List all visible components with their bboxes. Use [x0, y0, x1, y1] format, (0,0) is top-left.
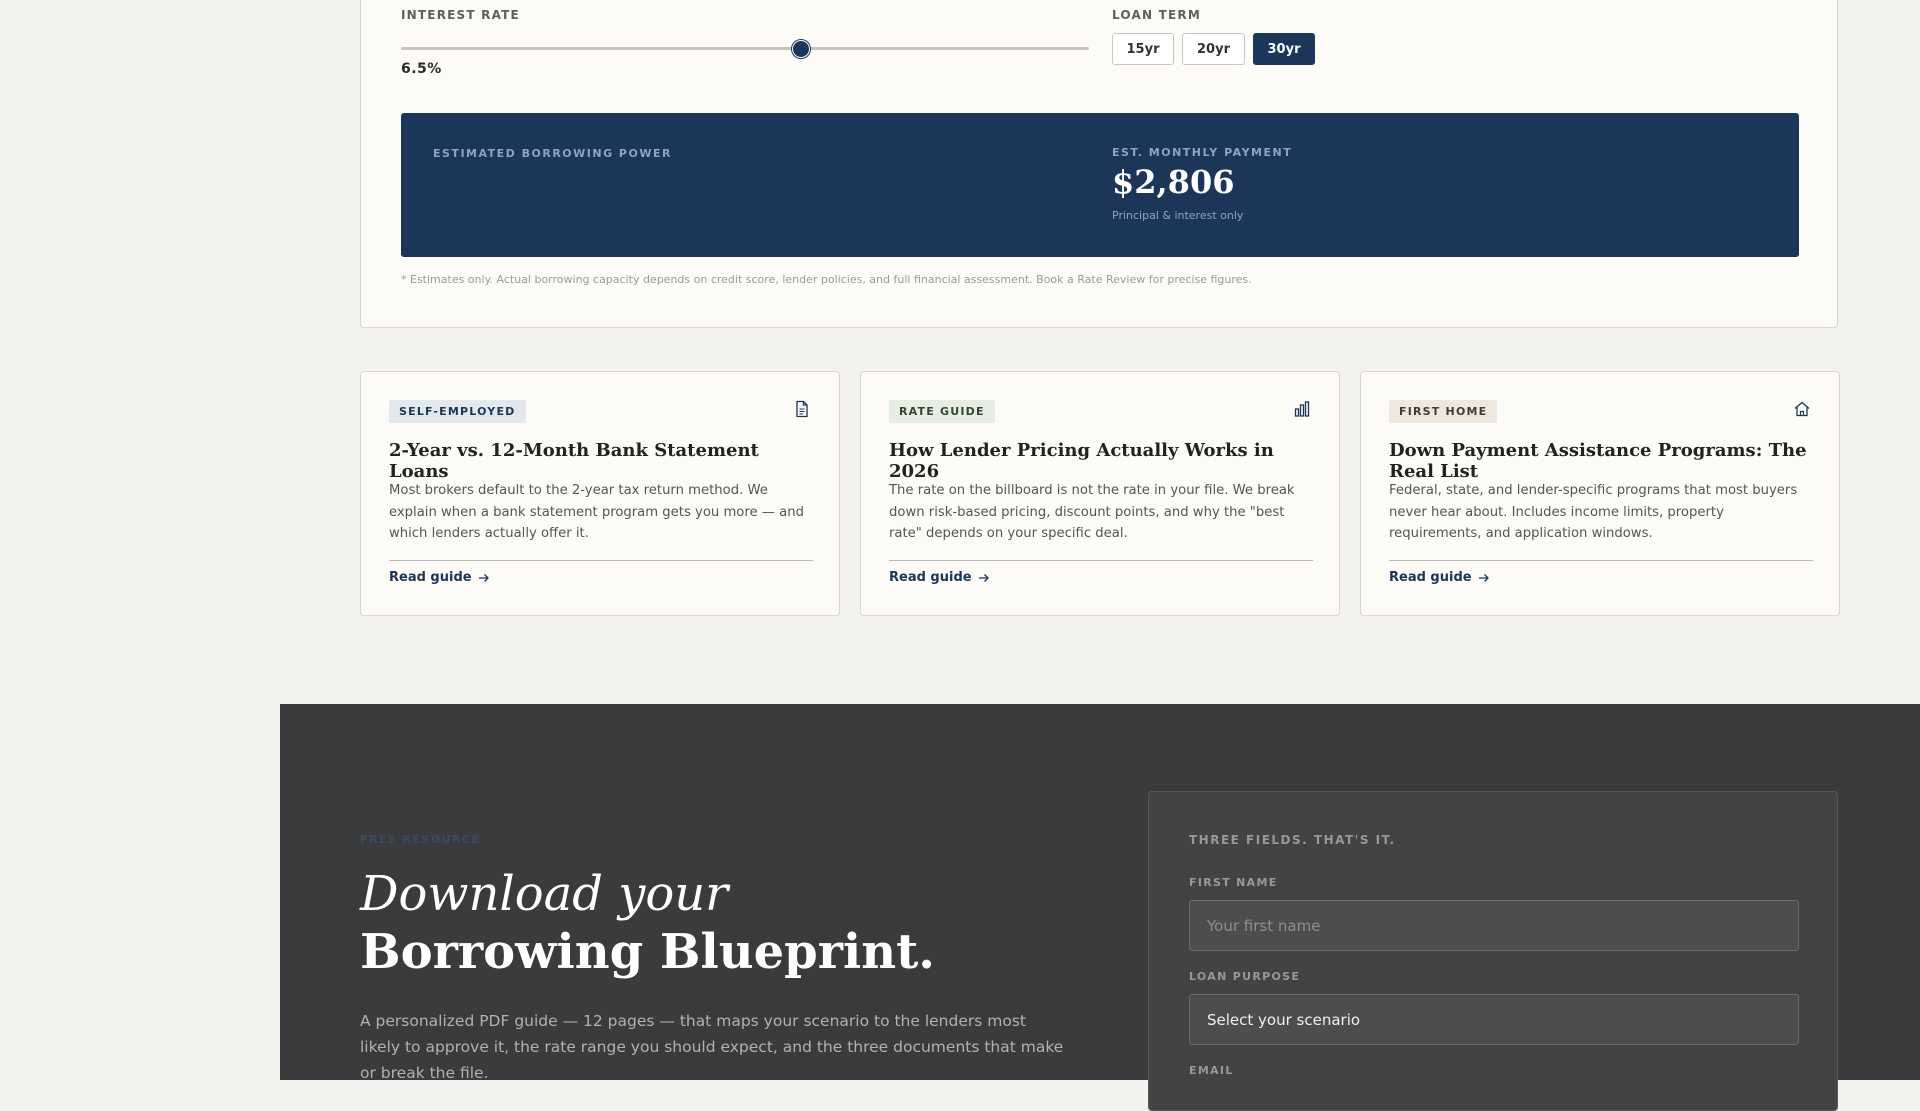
monthly-payment-note: Principal & interest only	[1112, 209, 1244, 222]
guide-divider	[889, 560, 1313, 561]
blueprint-eyebrow: FREE RESOURCE	[360, 833, 481, 846]
read-guide-link[interactable]: Read guide	[889, 570, 990, 585]
arrow-right-icon	[978, 573, 989, 582]
first-name-label: FIRST NAME	[1189, 876, 1278, 889]
arrow-right-icon	[1478, 573, 1489, 582]
read-guide-label: Read guide	[1389, 570, 1472, 585]
monthly-payment-label: EST. MONTHLY PAYMENT	[1112, 146, 1293, 159]
read-guide-label: Read guide	[389, 570, 472, 585]
guide-card-first-home[interactable]: FIRST HOME Down Payment Assistance Progr…	[1360, 371, 1840, 616]
arrow-right-icon	[478, 573, 489, 582]
guide-tag: RATE GUIDE	[889, 400, 995, 423]
interest-rate-slider-track[interactable]	[401, 47, 1089, 50]
read-guide-link[interactable]: Read guide	[389, 570, 490, 585]
email-label: EMAIL	[1189, 1064, 1234, 1077]
guide-description: Most brokers default to the 2-year tax r…	[389, 483, 804, 541]
calculator-disclaimer: * Estimates only. Actual borrowing capac…	[401, 273, 1252, 286]
read-guide-link[interactable]: Read guide	[1389, 570, 1490, 585]
form-heading: THREE FIELDS. THAT'S IT.	[1189, 833, 1396, 847]
blueprint-description: A personalized PDF guide — 12 pages — th…	[360, 1012, 1064, 1082]
guide-title[interactable]: Down Payment Assistance Programs: The Re…	[1389, 440, 1813, 482]
loan-term-label: LOAN TERM	[1112, 8, 1201, 22]
read-guide-label: Read guide	[889, 570, 972, 585]
blueprint-headline-line1: Download your	[360, 866, 729, 922]
document-icon	[796, 400, 808, 418]
guide-tag: FIRST HOME	[1389, 400, 1498, 423]
loan-term-30yr-button[interactable]: 30yr	[1253, 33, 1315, 65]
interest-rate-value: 6.5%	[401, 61, 442, 77]
home-icon	[1794, 401, 1810, 417]
loan-purpose-label: LOAN PURPOSE	[1189, 970, 1301, 983]
bar-chart-icon	[1294, 401, 1310, 417]
guide-title[interactable]: 2-Year vs. 12-Month Bank Statement Loans	[389, 440, 813, 482]
guide-tag: SELF-EMPLOYED	[389, 400, 526, 423]
borrowing-power-label: ESTIMATED BORROWING POWER	[433, 147, 672, 160]
loan-term-15yr-button[interactable]: 15yr	[1112, 33, 1174, 65]
guide-divider	[1389, 560, 1813, 561]
guide-divider	[389, 560, 813, 561]
monthly-payment-value: $2,806	[1112, 163, 1235, 201]
guide-title[interactable]: How Lender Pricing Actually Works in 202…	[889, 440, 1313, 482]
guide-description: The rate on the billboard is not the rat…	[889, 483, 1295, 541]
loan-purpose-select[interactable]: Select your scenario	[1189, 994, 1799, 1045]
first-name-input[interactable]: Your first name	[1189, 900, 1799, 951]
guide-card-rate-guide[interactable]: RATE GUIDE How Lender Pricing Actually W…	[860, 371, 1340, 616]
guide-description: Federal, state, and lender-specific prog…	[1389, 483, 1798, 541]
loan-term-20yr-button[interactable]: 20yr	[1182, 33, 1245, 65]
blueprint-headline-line2: Borrowing Blueprint.	[360, 924, 936, 980]
interest-rate-slider-thumb[interactable]	[792, 40, 810, 58]
results-panel	[401, 113, 1799, 257]
guide-card-self-employed[interactable]: SELF-EMPLOYED 2-Year vs. 12-Month Bank S…	[360, 371, 840, 616]
interest-rate-label: INTEREST RATE	[401, 8, 520, 22]
